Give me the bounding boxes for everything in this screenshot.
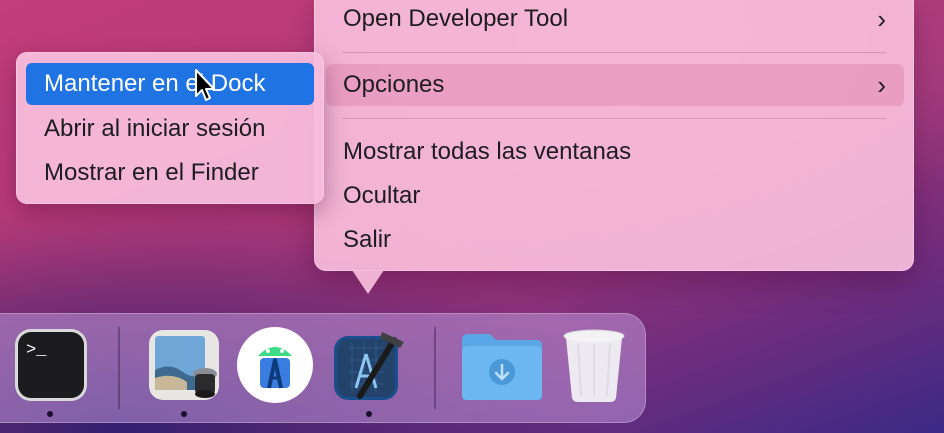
dock-app-terminal[interactable]: >_ (12, 326, 90, 404)
chevron-right-icon: › (877, 4, 886, 34)
submenu-item-abrir-al-iniciar-sesion[interactable]: Abrir al iniciar sesión (26, 108, 314, 150)
app-context-menu: Open Developer Tool › Opciones › Mostrar… (314, 0, 914, 271)
menu-item-mostrar-todas-las-ventanas[interactable]: Mostrar todas las ventanas (326, 131, 904, 173)
chevron-right-icon: › (877, 70, 886, 100)
dock (0, 313, 646, 423)
menu-item-label: Mostrar todas las ventanas (343, 138, 632, 165)
terminal-icon: >_ (15, 329, 87, 401)
menu-item-opciones[interactable]: Opciones › (326, 64, 904, 106)
menu-item-label: Salir (343, 226, 392, 253)
dock-app-android-studio[interactable] (236, 326, 314, 404)
menu-item-label: Ocultar (343, 182, 421, 209)
downloads-folder-icon (462, 334, 542, 400)
dock-app-preview[interactable] (145, 326, 223, 404)
dock-app-downloads[interactable] (460, 326, 542, 404)
menu-separator (342, 118, 886, 119)
xcode-icon (334, 332, 404, 400)
android-studio-icon (237, 327, 313, 403)
options-submenu: Mantener en el Dock Abrir al iniciar ses… (16, 52, 324, 204)
menu-item-ocultar[interactable]: Ocultar (326, 175, 904, 217)
submenu-item-label: Abrir al iniciar sesión (44, 115, 266, 142)
running-indicator (181, 411, 187, 417)
terminal-prompt: >_ (26, 341, 47, 360)
menu-pointer-tail (352, 270, 384, 294)
dock-app-trash[interactable] (558, 326, 636, 404)
running-indicator (366, 411, 372, 417)
running-indicator (47, 411, 53, 417)
submenu-item-mantener-en-el-dock[interactable]: Mantener en el Dock (26, 63, 314, 105)
preview-icon (149, 330, 219, 400)
mouse-pointer-icon (195, 69, 215, 101)
menu-item-open-developer-tool[interactable]: Open Developer Tool › (326, 0, 904, 40)
submenu-item-label: Mostrar en el Finder (44, 159, 259, 186)
dock-separator (434, 327, 436, 409)
submenu-item-mostrar-en-el-finder[interactable]: Mostrar en el Finder (26, 152, 314, 194)
dock-separator (118, 327, 120, 409)
trash-icon (563, 329, 625, 402)
dock-app-xcode[interactable] (330, 326, 408, 404)
submenu-item-label: Mantener en el Dock (44, 70, 266, 97)
menu-item-label: Open Developer Tool (343, 5, 569, 32)
menu-separator (342, 52, 886, 53)
menu-item-salir[interactable]: Salir (326, 219, 904, 261)
menu-item-label: Opciones (343, 71, 445, 98)
